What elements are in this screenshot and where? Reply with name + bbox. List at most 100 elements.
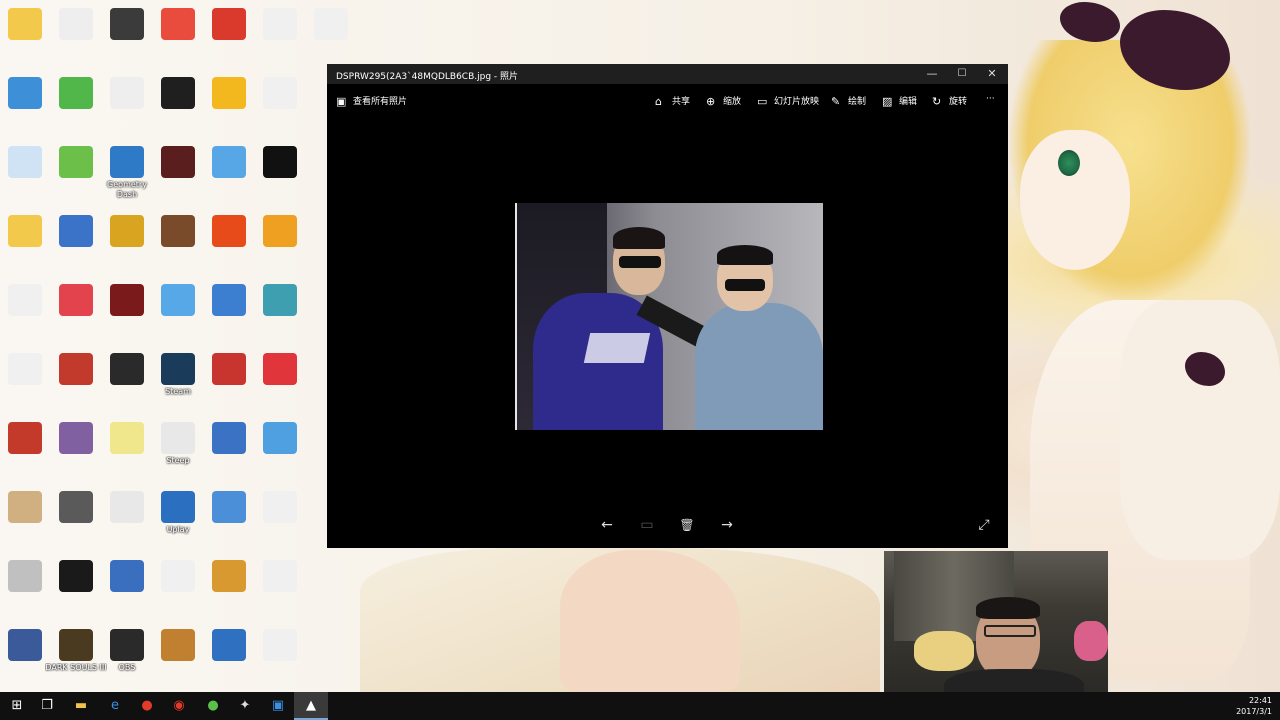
- app-icon: [161, 215, 195, 247]
- app-icon: [161, 560, 195, 592]
- app-icon: [263, 353, 297, 385]
- app-icon: [212, 422, 246, 454]
- view-all-photos-button[interactable]: ▣ 查看所有照片: [336, 94, 407, 108]
- desktop-icon[interactable]: [249, 627, 311, 692]
- draw-label: 绘制: [848, 97, 867, 107]
- clock-time: 22:41: [1248, 696, 1272, 705]
- file-explorer-button[interactable]: ▬: [64, 692, 98, 720]
- app-icon: [59, 77, 93, 109]
- share-button[interactable]: ⌂ 共享: [655, 94, 690, 108]
- slideshow-button[interactable]: ▭ 幻灯片放映: [757, 94, 819, 108]
- photo-person-right-hair: [717, 245, 773, 265]
- wallpaper-ribbon-2: [1060, 2, 1120, 42]
- app-icon-4: ▣: [271, 698, 285, 713]
- desktop-icon[interactable]: [249, 558, 311, 626]
- desktop-icon[interactable]: [249, 489, 311, 557]
- app-icon: [212, 77, 246, 109]
- app-button-1[interactable]: ●: [130, 692, 164, 720]
- app-icon: [110, 422, 144, 454]
- app-icon: [212, 353, 246, 385]
- app-icon: [59, 560, 93, 592]
- app-icon: [59, 422, 93, 454]
- desktop-icon[interactable]: [249, 213, 311, 281]
- webcam-overlay: [884, 551, 1108, 692]
- photos-icon: ▲: [306, 698, 316, 713]
- share-label: 共享: [672, 97, 691, 107]
- app-icon: [212, 629, 246, 661]
- app-icon: [59, 215, 93, 247]
- desktop-icon[interactable]: [249, 351, 311, 419]
- app-icon: [212, 146, 246, 178]
- desktop-icon[interactable]: [249, 75, 311, 143]
- taskbar: ⊞ ❐ ▬ e ● ◉ ● ✦ ▣ ▲ 22:41 2017/3/1: [0, 692, 1280, 720]
- edit-label: 编辑: [899, 97, 918, 107]
- app-icon-2: ●: [207, 698, 219, 713]
- desktop-icon[interactable]: [249, 282, 311, 350]
- app-button-4[interactable]: ▣: [261, 692, 295, 720]
- view-all-label: 查看所有照片: [353, 97, 408, 107]
- photo-person-left-hair: [613, 227, 665, 249]
- app-button-3[interactable]: ✦: [228, 692, 262, 720]
- folder-icon: ▬: [74, 698, 88, 713]
- app-icon: [59, 146, 93, 178]
- app-icon: [59, 284, 93, 316]
- app-icon: [8, 146, 42, 178]
- music-icon: ◉: [173, 698, 185, 713]
- photos-titlebar[interactable]: DSPRW295(2A3`48MQDLB6CB.jpg - 照片 — ☐ ✕: [327, 64, 1008, 84]
- webcam-person-hair: [976, 597, 1040, 619]
- app-icon: [110, 284, 144, 316]
- start-button[interactable]: ⊞: [0, 692, 34, 720]
- photo-image[interactable]: [515, 203, 823, 430]
- wallpaper-eye: [1058, 150, 1080, 176]
- photo-sunglasses-right: [725, 279, 765, 291]
- close-button[interactable]: ✕: [977, 64, 1007, 84]
- app-icon: [8, 629, 42, 661]
- photos-taskbar-button[interactable]: ▲: [294, 692, 328, 720]
- desktop-icon[interactable]: [249, 420, 311, 488]
- more-button[interactable]: ···: [986, 94, 995, 108]
- minimize-button[interactable]: —: [917, 64, 947, 84]
- app-icon: [110, 8, 144, 40]
- rotate-button[interactable]: ↻ 旋转: [932, 94, 967, 108]
- app-icon: [263, 629, 297, 661]
- app-icon: [212, 8, 246, 40]
- zoom-button[interactable]: ⊕ 缩放: [706, 94, 741, 108]
- app-icon: [263, 560, 297, 592]
- app-icon: [212, 560, 246, 592]
- app-icon: [161, 77, 195, 109]
- picture-icon: ▣: [336, 95, 347, 108]
- webcam-glasses: [984, 625, 1036, 637]
- task-view-button[interactable]: ❐: [30, 692, 64, 720]
- app-icon: [161, 353, 195, 385]
- app-icon: [212, 284, 246, 316]
- wallpaper-face: [1020, 130, 1130, 270]
- edge-button[interactable]: e: [98, 692, 132, 720]
- wallpaper-sleeve: [1120, 300, 1280, 560]
- taskbar-clock[interactable]: 22:41 2017/3/1: [1236, 695, 1272, 717]
- rotate-label: 旋转: [949, 97, 968, 107]
- rotate-icon: ↻: [932, 95, 942, 108]
- zoom-label: 缩放: [723, 97, 742, 107]
- app-button-2[interactable]: ●: [196, 692, 230, 720]
- delete-icon[interactable]: 🗑: [676, 516, 698, 534]
- next-arrow-icon[interactable]: →: [716, 516, 738, 534]
- app-icon: [263, 146, 297, 178]
- edit-icon: ▨: [882, 95, 893, 108]
- webcam-yellow-object: [914, 631, 974, 671]
- maximize-button[interactable]: ☐: [947, 64, 977, 84]
- wallpaper-hand: [560, 550, 740, 692]
- previous-arrow-icon[interactable]: ←: [596, 516, 618, 534]
- edit-button[interactable]: ▨ 编辑: [882, 94, 917, 108]
- draw-button[interactable]: ✎ 绘制: [831, 94, 866, 108]
- app-icon: [161, 491, 195, 523]
- photo-sunglasses-left: [619, 256, 661, 268]
- app-icon: [110, 353, 144, 385]
- app-icon: [59, 629, 93, 661]
- netease-music-button[interactable]: ◉: [162, 692, 196, 720]
- window-title: DSPRW295(2A3`48MQDLB6CB.jpg - 照片: [336, 72, 519, 82]
- fullscreen-icon[interactable]: ⤢: [973, 516, 995, 534]
- desktop-icon[interactable]: [249, 144, 311, 212]
- app-icon: [212, 491, 246, 523]
- windows-icon: ⊞: [11, 698, 23, 713]
- webcam-person-body: [944, 669, 1084, 692]
